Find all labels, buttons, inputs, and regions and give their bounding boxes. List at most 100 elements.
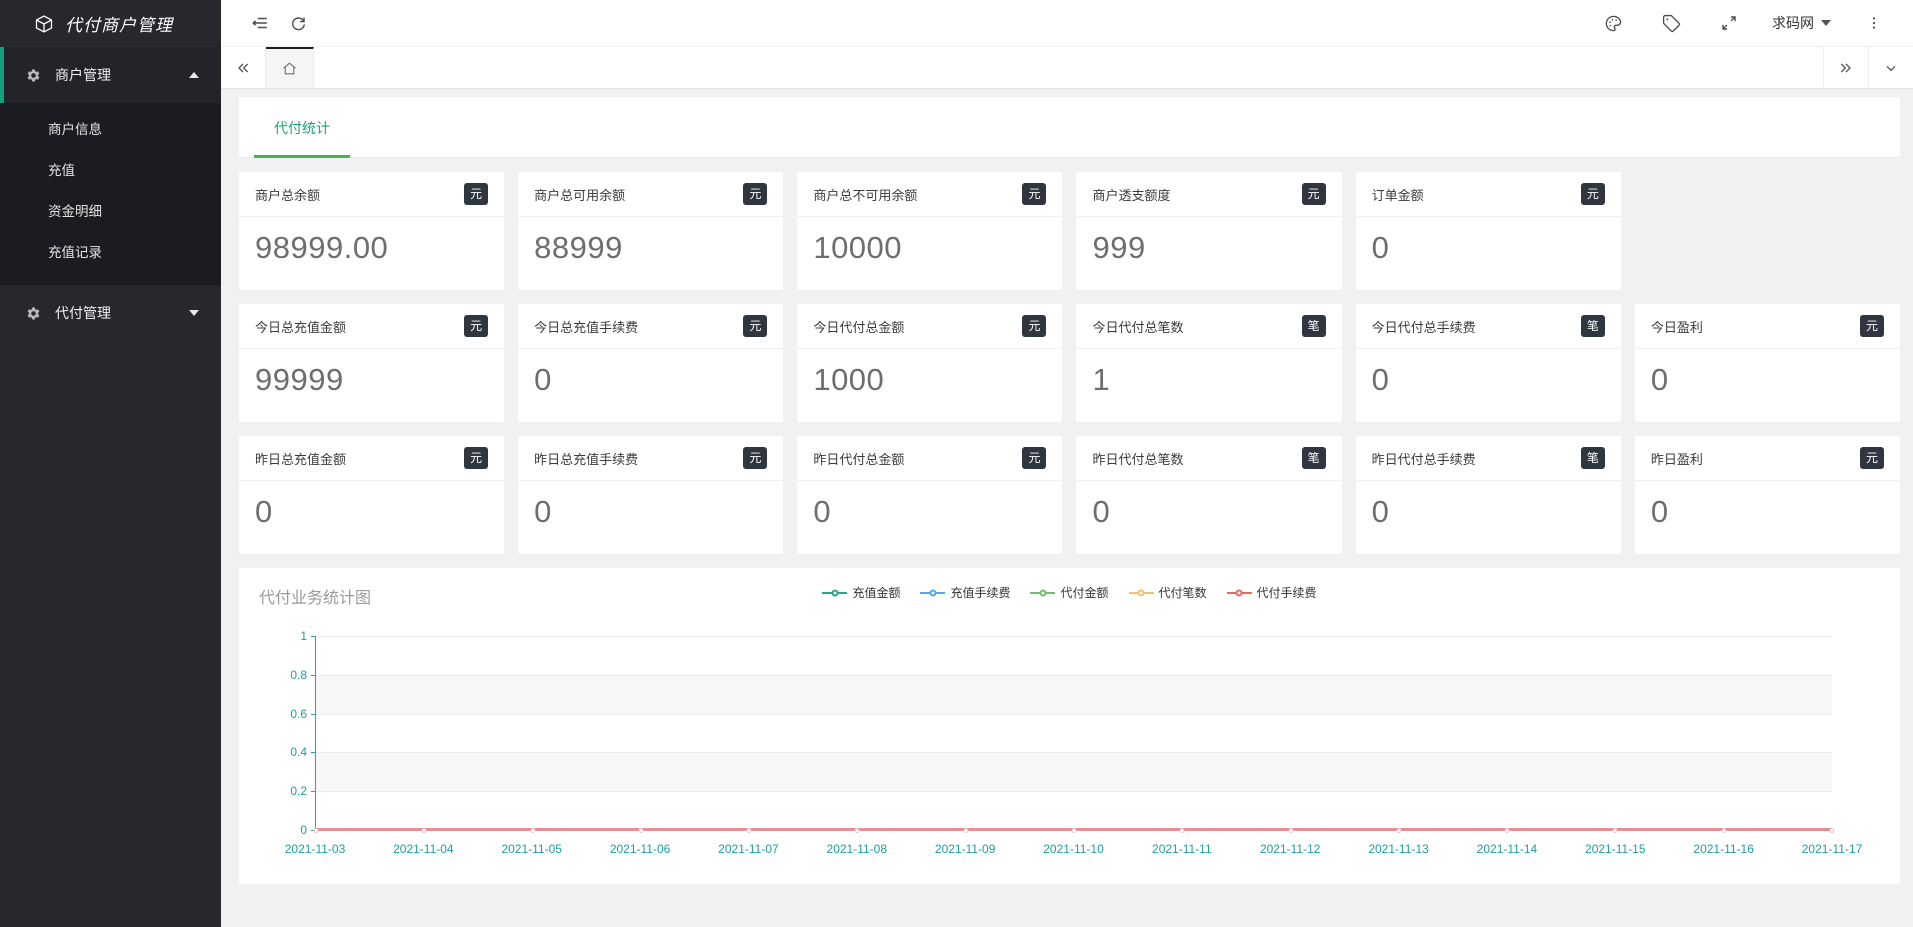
legend-item[interactable]: 代付手续费 <box>1227 584 1317 601</box>
chevron-down-icon <box>189 310 199 316</box>
sidebar-item-fund-detail[interactable]: 资金明细 <box>0 191 221 232</box>
stat-card-value: 0 <box>239 481 504 554</box>
unit-badge: 笔 <box>1581 447 1605 469</box>
stat-card-label: 今日盈利 <box>1651 317 1703 336</box>
data-point-marker <box>1396 828 1401 833</box>
home-tab[interactable] <box>266 47 314 88</box>
unit-badge: 元 <box>1022 447 1046 469</box>
home-icon <box>281 60 298 77</box>
cube-logo-icon <box>34 14 54 34</box>
fullscreen-icon[interactable] <box>1710 8 1748 38</box>
stat-card-value: 999 <box>1076 217 1341 290</box>
legend-label: 代付笔数 <box>1159 584 1207 601</box>
data-point-marker <box>422 828 427 833</box>
stat-card: 今日代付总笔数笔1 <box>1076 304 1341 422</box>
x-axis-label: 2021-11-12 <box>1260 842 1321 856</box>
stat-card-value: 0 <box>1356 349 1621 422</box>
stat-card-label: 昨日盈利 <box>1651 449 1703 468</box>
stat-card: 商户总不可用余额元10000 <box>797 172 1062 290</box>
stat-card: 商户总余额元98999.00 <box>239 172 504 290</box>
top-toolbar: 求码网 <box>221 0 1913 47</box>
stat-card: 昨日总充值手续费元0 <box>518 436 783 554</box>
x-axis-label: 2021-11-04 <box>393 842 454 856</box>
y-axis-tick <box>311 675 316 676</box>
chart-x-axis-labels: 2021-11-032021-11-042021-11-052021-11-06… <box>315 842 1832 858</box>
content-tabstrip: 代付统计 <box>239 97 1900 158</box>
stat-card-label: 商户总余额 <box>255 185 320 204</box>
stat-card-label: 订单金额 <box>1372 185 1424 204</box>
sidebar-item-recharge[interactable]: 充值 <box>0 150 221 191</box>
data-point-marker <box>1613 828 1618 833</box>
x-axis-label: 2021-11-08 <box>827 842 888 856</box>
stat-card-value: 0 <box>1356 481 1621 554</box>
stat-card-value: 1 <box>1076 349 1341 422</box>
plot-band <box>316 752 1832 791</box>
app-root: 代付商户管理 商户管理 商户信息 充值 资金明细 充值记录 <box>0 0 1913 927</box>
unit-badge: 元 <box>464 183 488 205</box>
x-axis-label: 2021-11-17 <box>1802 842 1863 856</box>
legend-item[interactable]: 代付金额 <box>1030 584 1108 601</box>
sidebar-item-merchant-info[interactable]: 商户信息 <box>0 109 221 150</box>
stat-card: 今日代付总金额元1000 <box>797 304 1062 422</box>
gridline <box>316 636 1832 637</box>
legend-item[interactable]: 充值手续费 <box>920 584 1010 601</box>
legend-item[interactable]: 代付笔数 <box>1129 584 1207 601</box>
gridline <box>316 714 1832 715</box>
legend-label: 代付手续费 <box>1257 584 1317 601</box>
chart-body: 00.20.40.60.81 2021-11-032021-11-042021-… <box>259 628 1880 874</box>
x-axis-label: 2021-11-06 <box>610 842 671 856</box>
legend-marker-icon <box>1227 592 1252 594</box>
data-point-marker <box>747 828 752 833</box>
legend-item[interactable]: 充值金额 <box>822 584 900 601</box>
stat-card-row: 今日总充值金额元99999今日总充值手续费元0今日代付总金额元1000今日代付总… <box>239 304 1900 422</box>
data-point-marker <box>1180 828 1185 833</box>
tabs-spacer <box>314 47 1823 88</box>
stat-card: 今日总充值金额元99999 <box>239 304 504 422</box>
tabs-scroll-left-icon[interactable] <box>221 47 266 88</box>
chart-plot-area: 00.20.40.60.81 <box>315 636 1832 830</box>
palette-icon[interactable] <box>1594 8 1632 38</box>
data-point-marker <box>1721 828 1726 833</box>
y-axis-label: 1 <box>300 629 307 643</box>
app-logo: 代付商户管理 <box>0 0 221 47</box>
stat-cards: 商户总余额元98999.00商户总可用余额元88999商户总不可用余额元1000… <box>239 172 1900 554</box>
x-axis-label: 2021-11-03 <box>285 842 346 856</box>
stat-card-value: 0 <box>1076 481 1341 554</box>
x-axis-label: 2021-11-13 <box>1368 842 1429 856</box>
stat-card: 昨日总充值金额元0 <box>239 436 504 554</box>
more-vertical-icon[interactable] <box>1855 8 1893 38</box>
main-area: 求码网 <box>221 0 1913 927</box>
chevron-up-icon <box>189 72 199 78</box>
stat-card-label: 昨日代付总金额 <box>813 449 904 468</box>
data-point-marker <box>530 828 535 833</box>
unit-badge: 元 <box>1581 183 1605 205</box>
chart-legend: 充值金额 充值手续费 代付金额 代付笔数 代付手续费 <box>239 584 1900 601</box>
unit-badge: 元 <box>1022 183 1046 205</box>
app-title: 代付商户管理 <box>65 11 173 36</box>
stat-card-value: 1000 <box>797 349 1062 422</box>
user-menu[interactable]: 求码网 <box>1768 13 1835 33</box>
y-axis-tick <box>311 636 316 637</box>
tabs-scroll-right-icon[interactable] <box>1823 47 1868 88</box>
stat-card: 昨日代付总金额元0 <box>797 436 1062 554</box>
stat-card: 商户透支额度元999 <box>1076 172 1341 290</box>
sidebar-item-label: 代付管理 <box>55 303 189 323</box>
legend-marker-icon <box>920 592 945 594</box>
tab-payment-statistics[interactable]: 代付统计 <box>264 118 340 157</box>
y-axis-label: 0.6 <box>290 707 307 721</box>
sidebar-item-merchant-management[interactable]: 商户管理 <box>0 47 221 103</box>
stat-card-label: 昨日代付总手续费 <box>1372 449 1476 468</box>
y-axis-label: 0.2 <box>290 784 307 798</box>
sidebar-item-payment-management[interactable]: 代付管理 <box>0 285 221 341</box>
sidebar-item-recharge-record[interactable]: 充值记录 <box>0 232 221 273</box>
stat-card-value: 0 <box>1635 481 1900 554</box>
menu-fold-icon[interactable] <box>241 8 279 38</box>
y-axis-label: 0.4 <box>290 745 307 759</box>
tabs-menu-chevron-icon[interactable] <box>1868 47 1913 88</box>
tag-icon[interactable] <box>1652 8 1690 38</box>
unit-badge: 元 <box>743 315 767 337</box>
refresh-icon[interactable] <box>279 8 317 38</box>
stat-card-label: 商户总不可用余额 <box>813 185 917 204</box>
gear-icon <box>26 306 41 321</box>
y-axis-label: 0.8 <box>290 668 307 682</box>
